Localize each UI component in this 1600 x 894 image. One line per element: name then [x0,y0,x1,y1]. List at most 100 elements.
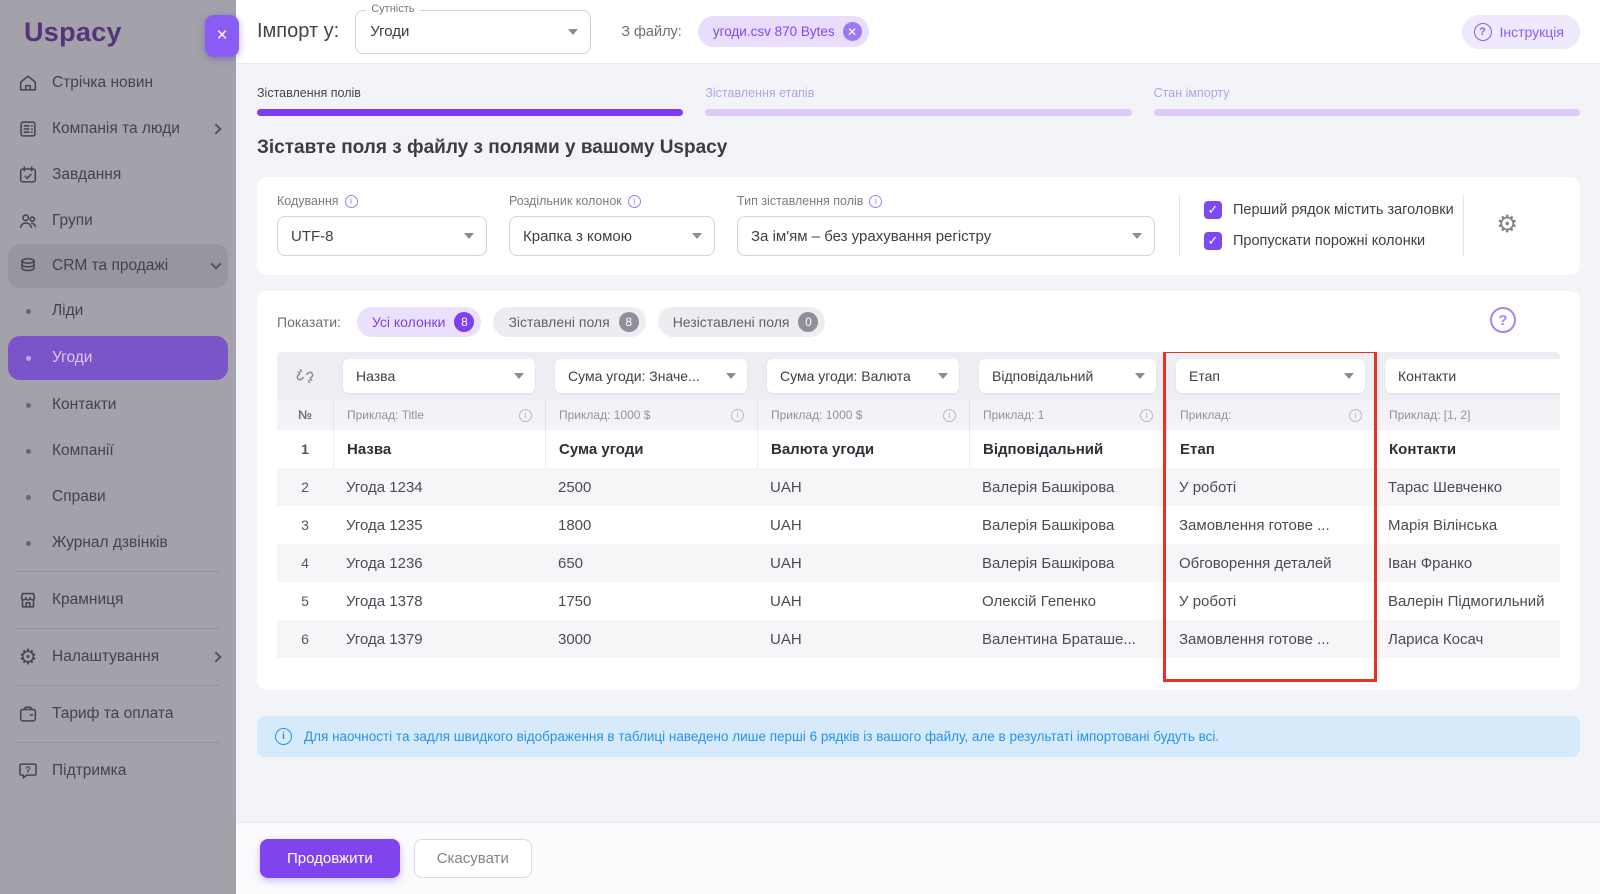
bullet-icon [16,449,40,454]
entity-select-value: Угоди [370,23,410,40]
checkbox-checked-icon [1204,200,1222,219]
section-heading: Зіставте поля з файлу з полями у вашому … [257,137,728,158]
match-type-label: Тип зіставлення полів [737,194,864,208]
table-row: 4 Угода 1236 650 UAH Валерія Башкірова О… [277,544,1560,582]
sidebar-item-label: Тариф та оплата [52,705,174,722]
first-row-headers-checkbox[interactable]: Перший рядок містить заголовки [1204,200,1454,219]
column-mapping-select[interactable]: Назва [343,359,535,393]
sidebar-item-label: Угоди [52,349,93,366]
sidebar-item-crm[interactable]: CRM та продажі [8,244,228,288]
filter-mapped-fields[interactable]: Зіставлені поля 8 [493,307,646,337]
calendar-check-icon [16,163,40,187]
mapping-selects-row: Назва Сума угоди: Значе... Сума угоди: В… [277,352,1560,400]
import-wizard-panel: Імпорт у: Сутність Угоди З файлу: угоди.… [236,0,1600,894]
column-filter-row: Показати: Усі колонки 8 Зіставлені поля … [277,306,1560,338]
sidebar-item-companies[interactable]: Компанії [0,428,236,474]
file-label: З файлу: [621,23,682,40]
file-chip-text: угоди.csv 870 Bytes [712,24,835,39]
info-icon: i [344,194,358,208]
sidebar-item-label: Завдання [52,166,122,183]
sidebar-item-support[interactable]: ? Підтримка [0,748,236,794]
info-icon: i [731,408,744,422]
count-badge: 8 [618,312,639,332]
table-row: 2 Угода 1234 2500 UAH Валерія Башкірова … [277,468,1560,506]
info-icon: i [1140,408,1153,422]
gear-icon: ⚙ [18,645,38,669]
app-root: Uspacy Стрічка новин Компанія та люди За… [0,0,1600,894]
sidebar-item-label: Журнал дзвінків [52,534,168,551]
column-mapping-select-stage[interactable]: Етап [1176,359,1365,393]
delimiter-select[interactable]: Крапка з комою [509,216,715,256]
dropdown-arrow-icon [1132,233,1142,239]
bullet-icon [16,309,40,314]
dropdown-arrow-icon [1344,373,1354,379]
sidebar-item-contacts[interactable]: Контакти [0,382,236,428]
skip-empty-columns-checkbox[interactable]: Пропускати порожні колонки [1204,231,1454,250]
delimiter-label: Роздільник колонок [509,194,622,208]
divider [16,742,220,743]
cancel-button[interactable]: Скасувати [413,839,532,878]
sidebar-item-label: Компанії [52,442,114,459]
count-badge: 0 [798,312,819,332]
column-mapping-select[interactable]: Контакти [1385,359,1560,393]
match-type-field: Тип зіставлення полів i За ім'ям – без ур… [737,194,1155,256]
column-mapping-select[interactable]: Сума угоди: Значе... [555,359,747,393]
mapping-table: Назва Сума угоди: Значе... Сума угоди: В… [277,352,1560,684]
column-mapping-select[interactable]: Сума угоди: Валюта [767,359,959,393]
people-icon [16,209,40,233]
table-help-icon[interactable]: ? [1490,307,1516,333]
match-type-select[interactable]: За ім'ям – без урахування регістру [737,216,1155,256]
sidebar-item-label: Контакти [52,396,117,413]
sidebar-item-label: Підтримка [52,762,127,779]
sidebar-item-call-log[interactable]: Журнал дзвінків [0,520,236,566]
sidebar-item-deals[interactable]: Угоди [8,336,228,380]
uspacy-logo[interactable]: Uspacy [0,0,236,56]
sidebar-item-marketplace[interactable]: Крамниця [0,577,236,623]
step-import-status[interactable]: Стан імпорту [1153,86,1580,116]
dropdown-arrow-icon [464,233,474,239]
sidebar-item-billing[interactable]: Тариф та оплата [0,691,236,737]
sidebar-item-leads[interactable]: Ліди [0,288,236,334]
bullet-icon [16,356,40,361]
sidebar-item-label: Ліди [52,302,84,319]
database-icon [16,254,40,278]
count-badge: 8 [454,312,475,332]
step-progress-bar [257,109,684,116]
sidebar-item-groups[interactable]: Групи [0,198,236,244]
page-title: Імпорт у: [257,20,340,42]
company-icon [16,117,40,141]
table-row: 1 Назва Сума угоди Валюта угоди Відповід… [277,430,1560,468]
entity-select-label: Сутність [366,2,420,15]
column-mapping-select[interactable]: Відповідальний [979,359,1156,393]
continue-button[interactable]: Продовжити [260,839,400,878]
info-icon: i [519,408,532,422]
step-progress-bar [1153,109,1580,116]
delimiter-value: Крапка з комою [523,227,632,245]
step-stage-mapping[interactable]: Зіставлення етапів [705,86,1132,116]
sidebar-item-activities[interactable]: Справи [0,474,236,520]
sidebar-item-company-people[interactable]: Компанія та люди [0,106,236,152]
file-chip: угоди.csv 870 Bytes ✕ [697,16,869,47]
step-progress-bar [705,109,1132,116]
unlink-icon [277,365,333,387]
divider [1463,194,1465,256]
sidebar-item-tasks[interactable]: Завдання [0,152,236,198]
sidebar-item-newsfeed[interactable]: Стрічка новин [0,60,236,106]
sidebar-item-label: Компанія та люди [52,120,180,137]
dropdown-arrow-icon [514,373,524,379]
table-row: 3 Угода 1235 1800 UAH Валерія Башкірова … [301,516,1498,534]
close-sidebar-button[interactable]: × [205,15,239,57]
checkbox-checked-icon [1204,231,1222,250]
entity-select[interactable]: Сутність Угоди [355,2,592,54]
sidebar-item-label: Стрічка новин [52,74,154,91]
filter-unmapped-fields[interactable]: Незіставлені поля 0 [657,307,826,337]
advanced-settings-gear-icon[interactable]: ⚙ [1496,213,1518,237]
remove-file-icon[interactable]: ✕ [842,22,862,41]
sidebar-item-settings[interactable]: ⚙ Налаштування [0,634,236,680]
encoding-select[interactable]: UTF-8 [277,216,487,256]
chevron-right-icon [210,123,222,135]
help-bubble-icon: ? [16,759,40,783]
filter-all-columns[interactable]: Усі колонки 8 [356,307,482,337]
step-field-mapping[interactable]: Зіставлення полів [257,86,684,116]
instruction-button[interactable]: ? Інструкція [1461,14,1580,49]
